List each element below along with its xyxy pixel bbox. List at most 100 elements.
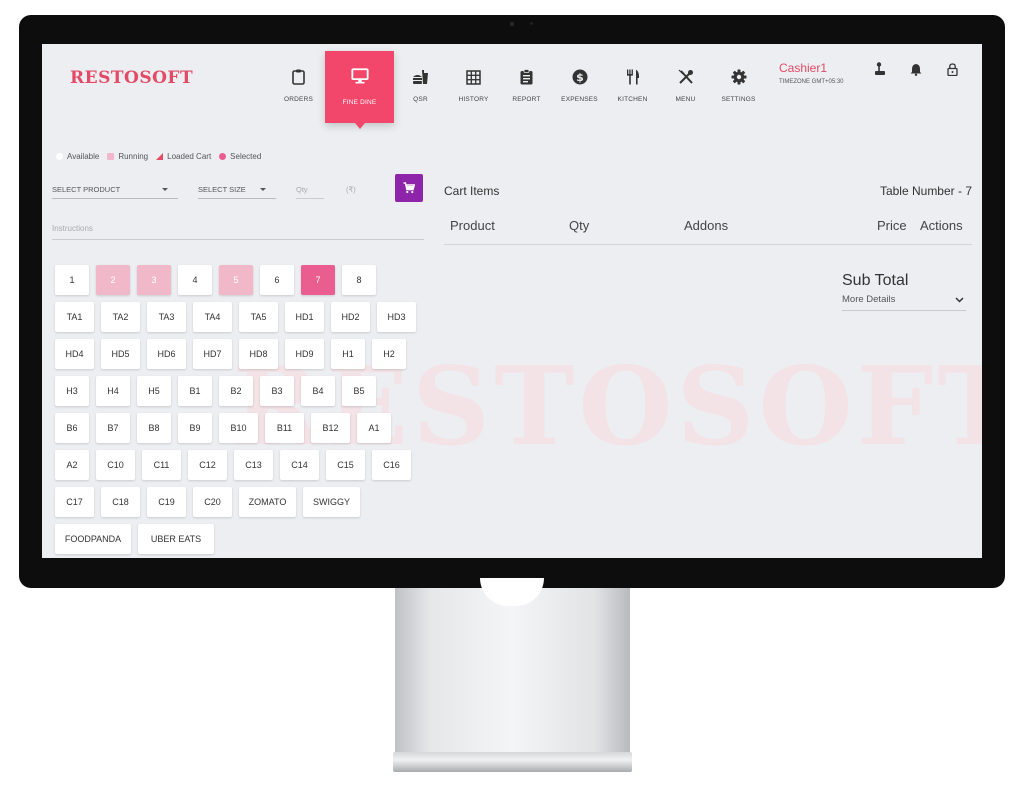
table-button-hd7[interactable]: HD7	[193, 339, 232, 369]
table-button-h4[interactable]: H4	[96, 376, 130, 406]
nav-qsr[interactable]: QSR	[394, 52, 447, 116]
col-product: Product	[450, 218, 495, 233]
svg-text:$: $	[576, 71, 584, 84]
col-actions: Actions	[920, 218, 963, 233]
table-number: Table Number - 7	[879, 184, 972, 198]
table-button-c16[interactable]: C16	[372, 450, 411, 480]
nav-expenses[interactable]: $ EXPENSES	[553, 52, 606, 116]
select-product-dropdown[interactable]: SELECT PRODUCT	[52, 185, 178, 199]
price-input[interactable]: (₹)	[346, 185, 372, 198]
table-button-c17[interactable]: C17	[55, 487, 94, 517]
available-dot	[56, 153, 63, 160]
select-size-dropdown[interactable]: SELECT SIZE	[198, 185, 276, 199]
add-to-cart-button[interactable]	[395, 174, 423, 202]
joystick-icon[interactable]	[873, 62, 887, 76]
nav-label: QSR	[413, 96, 428, 103]
table-legend: Available Running Loaded Cart Selected	[56, 152, 261, 161]
table-button-1[interactable]: 1	[55, 265, 89, 295]
table-button-b4[interactable]: B4	[301, 376, 335, 406]
nav-label: MENU	[675, 96, 696, 103]
lock-icon[interactable]	[945, 62, 959, 76]
more-details-toggle[interactable]: More Details	[842, 294, 966, 311]
table-button-hd9[interactable]: HD9	[285, 339, 324, 369]
clipboard-icon	[290, 68, 308, 86]
table-button-h2[interactable]: H2	[372, 339, 406, 369]
table-button-2[interactable]: 2	[96, 265, 130, 295]
table-button-c15[interactable]: C15	[326, 450, 365, 480]
table-button-4[interactable]: 4	[178, 265, 212, 295]
table-button-c12[interactable]: C12	[188, 450, 227, 480]
nav-settings[interactable]: SETTINGS	[712, 52, 765, 116]
monitor-base	[393, 752, 632, 772]
legend-selected: Selected	[219, 152, 261, 161]
table-button-zomato[interactable]: ZOMATO	[239, 487, 296, 517]
table-button-c10[interactable]: C10	[96, 450, 135, 480]
select-product-label: SELECT PRODUCT	[52, 185, 121, 194]
table-button-c14[interactable]: C14	[280, 450, 319, 480]
table-button-3[interactable]: 3	[137, 265, 171, 295]
table-button-hd4[interactable]: HD4	[55, 339, 94, 369]
nav-fine-dine[interactable]: FINE DINE	[325, 51, 394, 129]
table-button-b12[interactable]: B12	[311, 413, 350, 443]
table-button-h3[interactable]: H3	[55, 376, 89, 406]
table-button-h1[interactable]: H1	[331, 339, 365, 369]
table-button-c19[interactable]: C19	[147, 487, 186, 517]
qty-input[interactable]: Qty	[296, 185, 324, 199]
table-button-b5[interactable]: B5	[342, 376, 376, 406]
table-button-6[interactable]: 6	[260, 265, 294, 295]
nav-report[interactable]: REPORT	[500, 52, 553, 116]
table-button-b3[interactable]: B3	[260, 376, 294, 406]
nav-orders[interactable]: ORDERS	[272, 52, 325, 116]
table-button-a2[interactable]: A2	[55, 450, 89, 480]
table-button-8[interactable]: 8	[342, 265, 376, 295]
table-button-c20[interactable]: C20	[193, 487, 232, 517]
table-button-hd8[interactable]: HD8	[239, 339, 278, 369]
table-button-ta5[interactable]: TA5	[239, 302, 278, 332]
table-button-b1[interactable]: B1	[178, 376, 212, 406]
table-button-b9[interactable]: B9	[178, 413, 212, 443]
nav-kitchen[interactable]: KITCHEN	[606, 52, 659, 116]
table-button-ta4[interactable]: TA4	[193, 302, 232, 332]
table-button-a1[interactable]: A1	[357, 413, 391, 443]
table-button-b6[interactable]: B6	[55, 413, 89, 443]
loaded-cart-triangle-icon	[156, 153, 164, 160]
nav-label: SETTINGS	[721, 96, 756, 103]
table-button-hd1[interactable]: HD1	[285, 302, 324, 332]
table-button-swiggy[interactable]: SWIGGY	[303, 487, 360, 517]
nav-label: KITCHEN	[617, 96, 648, 103]
table-button-b10[interactable]: B10	[219, 413, 258, 443]
nav-history[interactable]: HISTORY	[447, 52, 500, 116]
table-button-hd3[interactable]: HD3	[377, 302, 416, 332]
bell-icon[interactable]	[909, 62, 923, 76]
table-button-c18[interactable]: C18	[101, 487, 140, 517]
legend-label: Running	[118, 152, 149, 161]
table-button-hd5[interactable]: HD5	[101, 339, 140, 369]
app-logo[interactable]: RESTOSOFT	[70, 68, 193, 88]
table-button-uber-eats[interactable]: UBER EATS	[138, 524, 214, 554]
top-nav: ORDERS FINE DINE QSR HISTORY REPORT $ EX…	[272, 51, 765, 129]
table-button-foodpanda[interactable]: FOODPANDA	[55, 524, 131, 554]
table-button-ta1[interactable]: TA1	[55, 302, 94, 332]
legend-label: Selected	[230, 152, 262, 161]
user-info[interactable]: Cashier1 TIMEZONE GMT+05:30	[779, 61, 844, 85]
table-button-c13[interactable]: C13	[234, 450, 273, 480]
nav-label: EXPENSES	[561, 96, 598, 103]
table-button-b7[interactable]: B7	[96, 413, 130, 443]
table-button-hd6[interactable]: HD6	[147, 339, 186, 369]
chevron-down-icon	[955, 297, 964, 303]
monitor-icon	[350, 67, 369, 85]
table-button-hd2[interactable]: HD2	[331, 302, 370, 332]
table-button-h5[interactable]: H5	[137, 376, 171, 406]
table-button-5[interactable]: 5	[219, 265, 253, 295]
table-button-b2[interactable]: B2	[219, 376, 253, 406]
table-button-c11[interactable]: C11	[142, 450, 181, 480]
instructions-input[interactable]: Instructions	[52, 224, 424, 240]
grid-icon	[465, 68, 483, 86]
table-button-b11[interactable]: B11	[265, 413, 304, 443]
table-button-7[interactable]: 7	[301, 265, 335, 295]
nav-menu[interactable]: MENU	[659, 52, 712, 116]
table-button-b8[interactable]: B8	[137, 413, 171, 443]
table-button-ta3[interactable]: TA3	[147, 302, 186, 332]
table-button-ta2[interactable]: TA2	[101, 302, 140, 332]
nav-label: HISTORY	[458, 96, 489, 103]
